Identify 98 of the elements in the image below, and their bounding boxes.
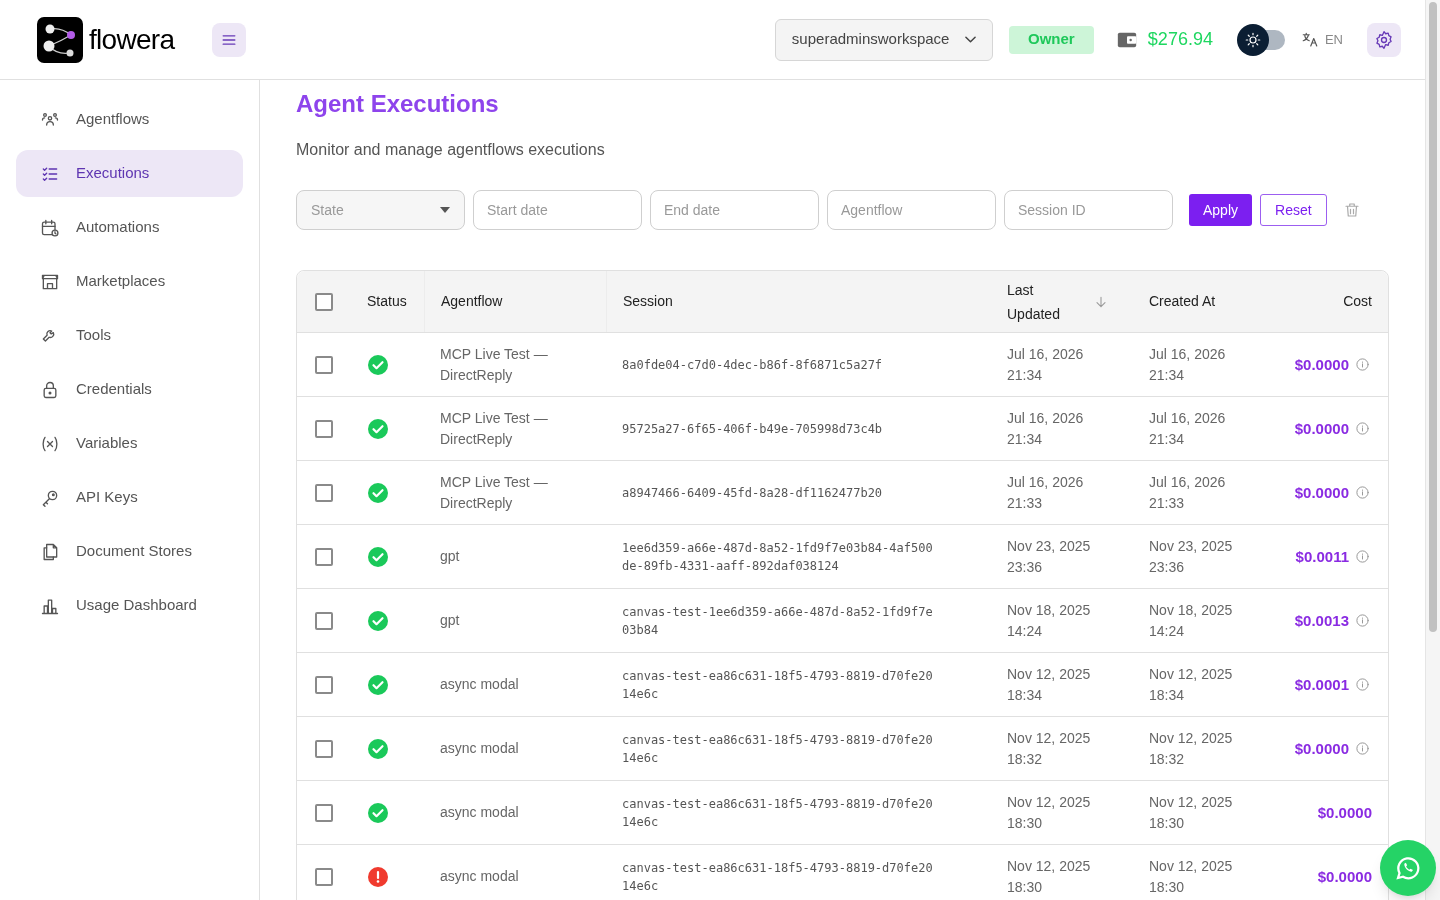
page-title: Agent Executions: [296, 89, 500, 119]
column-header[interactable]: Created At: [1149, 291, 1216, 312]
delete-button[interactable]: [1342, 201, 1361, 219]
role-badge: Owner: [1008, 25, 1094, 54]
table-cell-text: Jul 16, 2026 21:34: [1149, 344, 1227, 385]
cost-value: $0.0013: [1294, 611, 1349, 631]
table-cell-text: Jul 16, 2026 21:33: [1149, 472, 1227, 513]
table-cell-text: 8a0fde04-c7d0-4dec-b86f-8f6871c5a27f: [622, 356, 884, 374]
table-cell-text: Nov 23, 2025 23:36: [1007, 536, 1092, 577]
reset-button[interactable]: Reset: [1260, 194, 1327, 226]
table-cell-text: Jul 16, 2026 21:34: [1007, 408, 1085, 449]
table-cell-text: 1ee6d359-a66e-487d-8a52-1fd9f7e03b84-4af500de-89fb-4331-aaff-892daf038124: [622, 539, 933, 575]
column-header[interactable]: Session: [623, 291, 673, 312]
sidebar-item[interactable]: Marketplaces: [16, 258, 243, 305]
logo-icon: [37, 16, 83, 63]
table-cell: async modal: [440, 740, 519, 756]
balance-amount: $276.94: [1147, 28, 1213, 51]
table-cell: async modal: [440, 804, 519, 820]
checkbox[interactable]: [315, 292, 333, 311]
cost-value: $0.0000: [1294, 355, 1349, 375]
column-header[interactable]: Agentflow: [441, 291, 503, 312]
sidebar-item[interactable]: Tools: [16, 312, 243, 359]
language-button[interactable]: EN: [1300, 29, 1343, 50]
table-cell-text: Nov 12, 2025 18:32: [1149, 728, 1234, 769]
table-cell-text: Nov 18, 2025 14:24: [1149, 600, 1234, 641]
cost-value: $0.0000: [1294, 739, 1349, 759]
settings-icon: [1374, 29, 1394, 50]
checkbox[interactable]: [315, 483, 333, 502]
cost-value: $0.0000: [1294, 419, 1349, 439]
table-cell-text: Nov 12, 2025 18:34: [1149, 664, 1234, 705]
sidebar-item[interactable]: API Keys: [16, 474, 243, 521]
table-cell-text: Nov 12, 2025 18:30: [1007, 792, 1092, 833]
checkbox[interactable]: [315, 547, 333, 566]
sidebar-item[interactable]: Agentflows: [16, 96, 243, 143]
sidebar-item[interactable]: Automations: [16, 204, 243, 251]
table-cell-text: Nov 12, 2025 18:30: [1149, 856, 1234, 897]
table-cell-text: canvas-test-ea86c631-18f5-4793-8819-d70fe2014e6c: [622, 731, 933, 767]
table-cell: gpt: [440, 548, 460, 564]
checkbox[interactable]: [315, 355, 333, 374]
start-date-field[interactable]: Start date: [473, 190, 642, 230]
checkbox[interactable]: [315, 419, 333, 438]
cost-value: $0.0011: [1295, 547, 1349, 567]
table-cell-text: Jul 16, 2026 21:33: [1007, 472, 1085, 513]
cost-value: $0.0001: [1294, 675, 1349, 695]
table-cell: async modal: [440, 676, 519, 692]
table-cell-text: Nov 12, 2025 18:30: [1149, 792, 1234, 833]
table-cell-text: Nov 12, 2025 18:30: [1007, 856, 1092, 897]
cost-value: $0.0000: [1294, 483, 1349, 503]
table-cell: async modal: [440, 868, 519, 884]
table-cell-text: Jul 16, 2026 21:34: [1007, 344, 1085, 385]
menu-button[interactable]: [212, 22, 247, 57]
table-cell-text: canvas-test-1ee6d359-a66e-487d-8a52-1fd9f7e03b84: [622, 603, 933, 639]
sidebar-item[interactable]: Executions: [16, 150, 243, 197]
page-subtitle: Monitor and manage agentflows executions: [296, 140, 606, 160]
translate-icon: [1300, 30, 1319, 49]
table-cell-text: canvas-test-ea86c631-18f5-4793-8819-d70fe2014e6c: [622, 795, 933, 831]
table-cell: MCP Live Test — DirectReply: [440, 473, 548, 511]
table-cell-text: Nov 23, 2025 23:36: [1149, 536, 1234, 577]
trash-icon: [1342, 201, 1361, 219]
scrollbar[interactable]: [1425, 0, 1440, 900]
checkbox[interactable]: [315, 675, 333, 694]
session-id-field[interactable]: Session ID: [1004, 190, 1173, 230]
theme-toggle[interactable]: [1236, 23, 1285, 56]
checkbox[interactable]: [315, 803, 333, 822]
table-cell-text: a8947466-6409-45fd-8a28-df1162477b20: [622, 484, 884, 502]
table-cell-text: canvas-test-ea86c631-18f5-4793-8819-d70fe2014e6c: [622, 859, 933, 895]
table-cell: MCP Live Test — DirectReply: [440, 345, 548, 383]
agentflow-field[interactable]: Agentflow: [827, 190, 996, 230]
table-cell-text: Nov 18, 2025 14:24: [1007, 600, 1092, 641]
sidebar-item[interactable]: Variables: [16, 420, 243, 467]
sidebar-item[interactable]: Document Stores: [16, 528, 243, 575]
brand-name: flowera: [89, 22, 175, 57]
table-cell-text: Nov 12, 2025 18:32: [1007, 728, 1092, 769]
chevron-down-icon: [964, 36, 976, 43]
calendar-icon: [40, 217, 60, 238]
sun-icon: [1243, 30, 1262, 49]
end-date-field[interactable]: End date: [650, 190, 819, 230]
cost-value: $0.0000: [1317, 803, 1372, 823]
checkbox[interactable]: [315, 867, 333, 886]
table-cell-text: Jul 16, 2026 21:34: [1149, 408, 1227, 449]
settings-button[interactable]: [1367, 22, 1401, 57]
checkbox[interactable]: [315, 739, 333, 758]
sidebar-item[interactable]: Credentials: [16, 366, 243, 413]
column-header[interactable]: Status: [367, 291, 407, 312]
table-cell-text: Nov 12, 2025 18:34: [1007, 664, 1092, 705]
chat-button[interactable]: [1380, 840, 1436, 896]
column-header[interactable]: Cost: [1343, 291, 1372, 312]
table-cell-text: canvas-test-ea86c631-18f5-4793-8819-d70fe2014e6c: [622, 667, 933, 703]
checkbox[interactable]: [315, 611, 333, 630]
workspace-dropdown[interactable]: superadminsworkspace: [774, 18, 993, 61]
cost-value: $0.0000: [1317, 867, 1372, 887]
column-header[interactable]: Last Updated: [1007, 277, 1077, 326]
table-cell: gpt: [440, 612, 460, 628]
table-cell-text: 95725a27-6f65-406f-b49e-705998d73c4b: [622, 420, 884, 438]
table-cell: MCP Live Test — DirectReply: [440, 409, 548, 447]
sidebar-item[interactable]: Usage Dashboard: [16, 582, 243, 629]
apply-button[interactable]: Apply: [1189, 194, 1253, 226]
caret-icon: [440, 207, 450, 213]
